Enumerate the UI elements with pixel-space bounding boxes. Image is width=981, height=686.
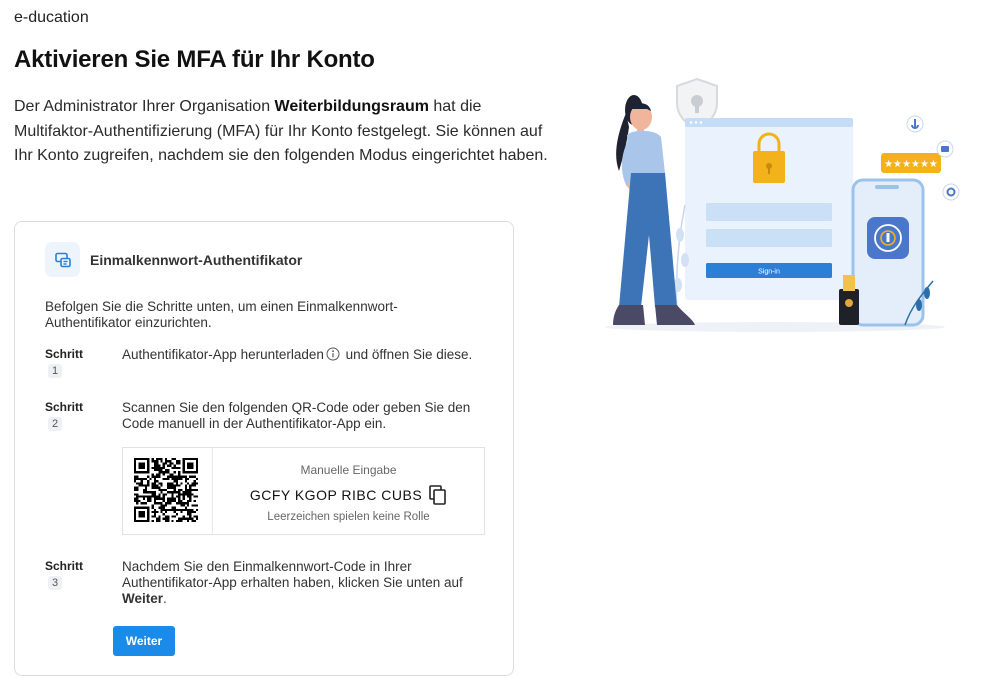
step-text-part: und öffnen Sie diese. [341, 347, 473, 362]
manual-entry-label: Manuelle Eingabe [300, 463, 397, 477]
step-number: 1 [48, 364, 62, 378]
secret-code: GCFY KGOP RIBC CUBS [249, 487, 423, 503]
info-icon[interactable] [326, 347, 340, 365]
step-text: Scannen Sie den folgenden QR-Code oder g… [122, 400, 471, 431]
authenticator-app-icon [45, 242, 80, 277]
step-text-bold: Weiter [122, 591, 164, 606]
organization-name: Weiterbildungsraum [274, 98, 429, 115]
step-number: 2 [48, 417, 62, 431]
step-number: 3 [48, 576, 62, 590]
step-text-part: Nachdem Sie den Einmalkennwort-Code in I… [122, 559, 463, 590]
step-text-part: . [163, 591, 167, 606]
copy-icon[interactable] [429, 485, 447, 505]
card-title: Einmalkennwort-Authentifikator [90, 251, 303, 268]
illustration-rating: ★★★★★★ [884, 159, 938, 170]
step-text-part: Authentifikator-App herunterladen [122, 347, 324, 362]
card-header: Einmalkennwort-Authentifikator [45, 242, 302, 277]
step-label: Schritt [45, 347, 84, 361]
step-label: Schritt [45, 400, 84, 414]
step-text: Authentifikator-App herunterladen und öf… [122, 347, 477, 365]
authenticator-card: Einmalkennwort-Authentifikator Befolgen … [14, 221, 514, 676]
intro-before: Der Administrator Ihrer Organisation [14, 98, 275, 115]
brand-name: e-ducation [14, 9, 89, 26]
mfa-illustration: Sign-in ★★★★★★ [605, 75, 965, 335]
illustration-signin-label: Sign-in [758, 269, 780, 276]
page-title: Aktivieren Sie MFA für Ihr Konto [14, 46, 375, 73]
next-button[interactable]: Weiter [113, 626, 175, 656]
step-text: Nachdem Sie den Einmalkennwort-Code in I… [122, 559, 477, 607]
card-description: Befolgen Sie die Schritte unten, um eine… [45, 299, 398, 330]
manual-entry-code-row: GCFY KGOP RIBC CUBS [213, 485, 484, 505]
qr-code [123, 448, 213, 534]
manual-entry-hint: Leerzeichen spielen keine Rolle [267, 511, 430, 523]
step-label: Schritt [45, 559, 84, 573]
manual-entry: Manuelle Eingabe GCFY KGOP RIBC CUBS Lee… [213, 448, 484, 523]
qr-code-panel: Manuelle Eingabe GCFY KGOP RIBC CUBS Lee… [122, 447, 485, 535]
intro-text: Der Administrator Ihrer Organisation Wei… [14, 95, 554, 169]
